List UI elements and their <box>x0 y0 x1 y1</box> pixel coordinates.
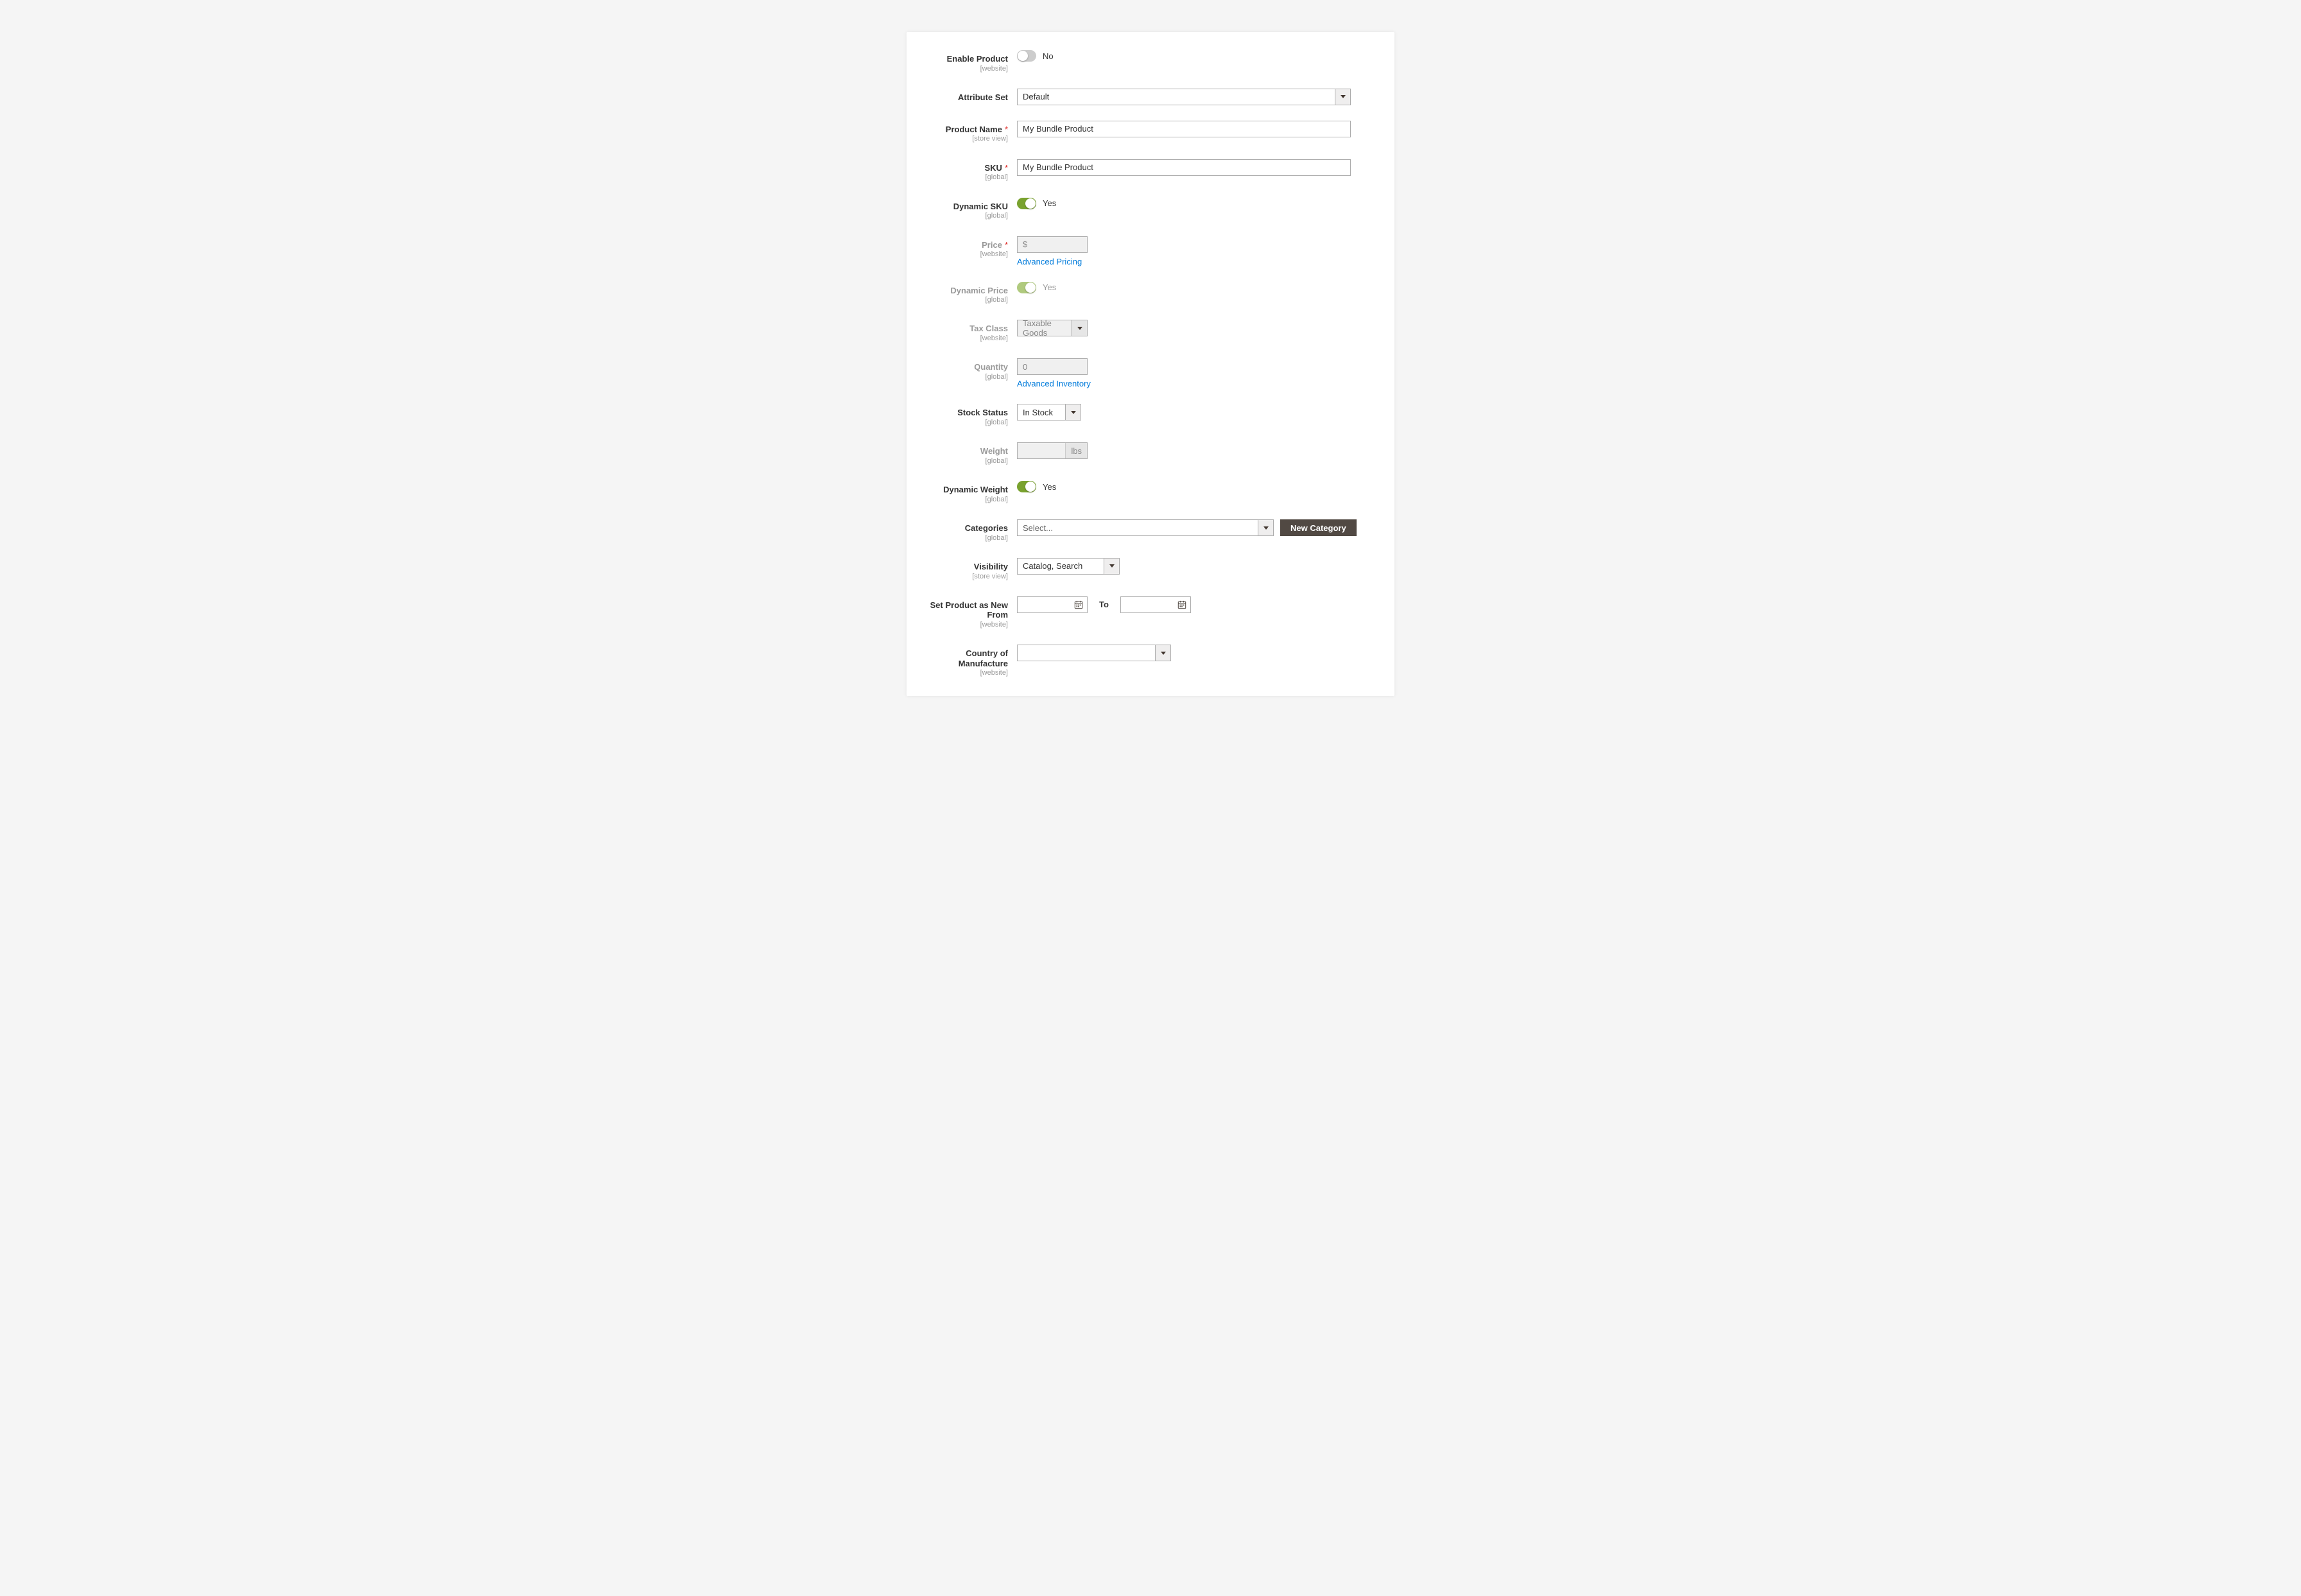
field-visibility: Visibility [store view] Catalog, Search <box>922 558 1379 581</box>
required-icon: * <box>1005 125 1008 134</box>
label-visibility: Visibility <box>922 562 1008 572</box>
select-visibility[interactable]: Catalog, Search <box>1017 558 1120 575</box>
scope-country: [website] <box>922 668 1008 677</box>
chevron-down-icon <box>1335 89 1350 105</box>
required-icon: * <box>1005 163 1008 173</box>
label-stock-status: Stock Status <box>922 408 1008 418</box>
input-weight: lbs <box>1017 442 1088 459</box>
input-new-from-date[interactable] <box>1017 596 1088 613</box>
field-weight: Weight [global] lbs <box>922 442 1379 465</box>
new-category-button[interactable]: New Category <box>1280 519 1357 536</box>
label-country: Country of Manufacture <box>922 648 1008 668</box>
scope-stock-status: [global] <box>922 418 1008 427</box>
select-tax-class: Taxable Goods <box>1017 320 1088 336</box>
field-dynamic-sku: Dynamic SKU [global] Yes <box>922 198 1379 221</box>
field-price: Price* [website] $ Advanced Pricing <box>922 236 1379 266</box>
label-to: To <box>1094 600 1114 609</box>
field-enable-product: Enable Product [website] No <box>922 50 1379 73</box>
field-quantity: Quantity [global] Advanced Inventory <box>922 358 1379 388</box>
field-sku: SKU* [global] <box>922 159 1379 182</box>
select-stock-status[interactable]: In Stock <box>1017 404 1081 421</box>
scope-weight: [global] <box>922 456 1008 465</box>
scope-dynamic-price: [global] <box>922 295 1008 304</box>
weight-unit: lbs <box>1065 443 1087 458</box>
toggle-dynamic-weight[interactable] <box>1017 481 1036 492</box>
input-new-to-date[interactable] <box>1120 596 1191 613</box>
input-quantity <box>1017 358 1088 375</box>
scope-price: [website] <box>922 250 1008 259</box>
scope-quantity: [global] <box>922 372 1008 381</box>
toggle-dynamic-sku[interactable] <box>1017 198 1036 209</box>
label-tax-class: Tax Class <box>922 324 1008 334</box>
field-tax-class: Tax Class [website] Taxable Goods <box>922 320 1379 343</box>
scope-enable-product: [website] <box>922 64 1008 73</box>
input-product-name[interactable] <box>1017 121 1351 137</box>
required-icon: * <box>1005 240 1008 250</box>
field-attribute-set: Attribute Set Default <box>922 89 1379 105</box>
chevron-down-icon <box>1065 404 1081 420</box>
scope-product-name: [store view] <box>922 134 1008 143</box>
toggle-value-dynamic-weight: Yes <box>1043 482 1056 492</box>
field-country: Country of Manufacture [website] <box>922 645 1379 677</box>
scope-visibility: [store view] <box>922 572 1008 581</box>
label-price: Price <box>982 240 1002 250</box>
link-advanced-inventory[interactable]: Advanced Inventory <box>1017 379 1379 388</box>
label-sku: SKU <box>984 163 1002 173</box>
toggle-value-dynamic-sku: Yes <box>1043 198 1056 208</box>
field-categories: Categories [global] Select... New Catego… <box>922 519 1379 542</box>
label-dynamic-weight: Dynamic Weight <box>922 485 1008 495</box>
label-dynamic-sku: Dynamic SKU <box>922 202 1008 212</box>
field-dynamic-weight: Dynamic Weight [global] Yes <box>922 481 1379 504</box>
select-categories[interactable]: Select... <box>1017 519 1274 536</box>
label-enable-product: Enable Product <box>922 54 1008 64</box>
toggle-value-dynamic-price: Yes <box>1043 282 1056 292</box>
input-sku[interactable] <box>1017 159 1351 176</box>
label-quantity: Quantity <box>922 362 1008 372</box>
field-stock-status: Stock Status [global] In Stock <box>922 404 1379 427</box>
chevron-down-icon <box>1072 320 1087 336</box>
scope-new-from: [website] <box>922 620 1008 629</box>
select-country[interactable] <box>1017 645 1171 661</box>
scope-tax-class: [website] <box>922 334 1008 343</box>
toggle-value-enable-product: No <box>1043 51 1054 61</box>
scope-sku: [global] <box>922 173 1008 182</box>
scope-categories: [global] <box>922 533 1008 542</box>
label-new-from: Set Product as New From <box>922 600 1008 620</box>
calendar-icon[interactable] <box>1070 597 1087 612</box>
link-advanced-pricing[interactable]: Advanced Pricing <box>1017 257 1379 266</box>
chevron-down-icon <box>1104 559 1119 574</box>
scope-dynamic-sku: [global] <box>922 211 1008 220</box>
field-product-name: Product Name* [store view] <box>922 121 1379 144</box>
label-attribute-set: Attribute Set <box>922 92 1008 103</box>
toggle-enable-product[interactable] <box>1017 50 1036 62</box>
product-form-panel: Enable Product [website] No Attribute Se… <box>907 32 1394 696</box>
scope-dynamic-weight: [global] <box>922 495 1008 504</box>
calendar-icon[interactable] <box>1174 597 1190 612</box>
select-attribute-set[interactable]: Default <box>1017 89 1351 105</box>
label-dynamic-price: Dynamic Price <box>922 286 1008 296</box>
field-dynamic-price: Dynamic Price [global] Yes <box>922 282 1379 305</box>
label-weight: Weight <box>922 446 1008 456</box>
chevron-down-icon <box>1258 520 1273 535</box>
chevron-down-icon <box>1155 645 1170 661</box>
field-new-from: Set Product as New From [website] To <box>922 596 1379 629</box>
toggle-dynamic-price <box>1017 282 1036 293</box>
label-categories: Categories <box>922 523 1008 533</box>
label-product-name: Product Name <box>946 125 1002 134</box>
input-price: $ <box>1017 236 1088 253</box>
